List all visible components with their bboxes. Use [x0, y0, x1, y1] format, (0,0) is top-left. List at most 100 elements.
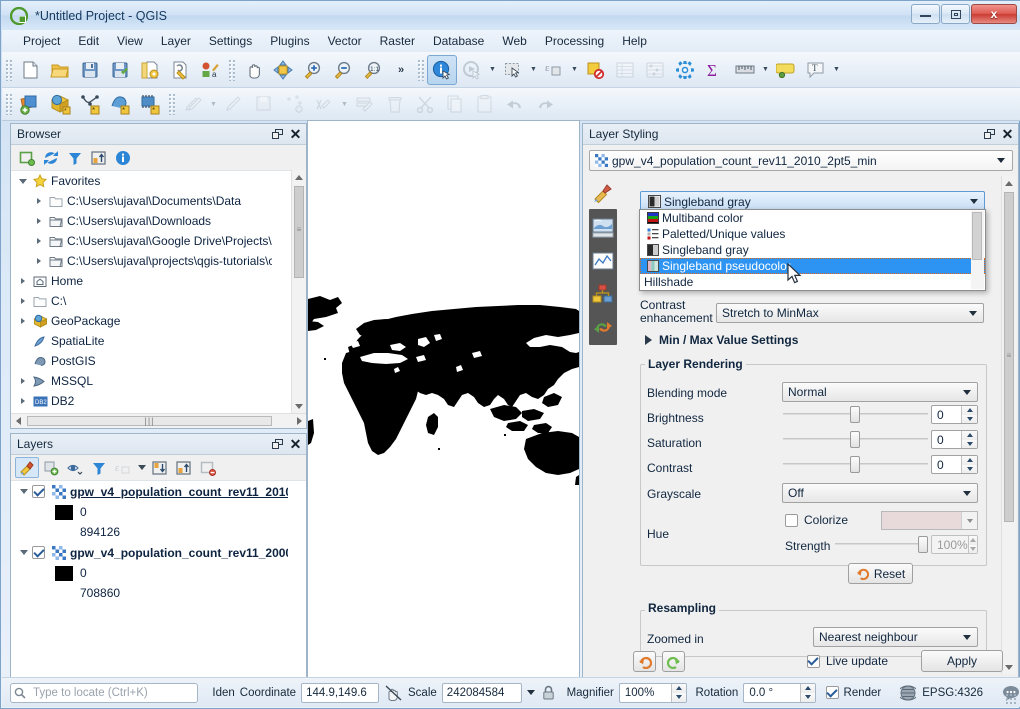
- slider-handle[interactable]: [850, 431, 860, 448]
- spin-down[interactable]: [801, 693, 815, 702]
- slider-handle[interactable]: [850, 456, 860, 473]
- tab-histogram[interactable]: [589, 244, 617, 277]
- select-by-expression-button[interactable]: ε: [539, 55, 569, 85]
- field-calculator-button[interactable]: [640, 55, 670, 85]
- filter-expression-dropdown-arrow[interactable]: [135, 457, 148, 478]
- styling-undo-button[interactable]: [633, 651, 656, 672]
- filter-legend-by-expression-button[interactable]: ε: [111, 457, 135, 478]
- current-edits-dropdown-arrow[interactable]: ▼: [208, 90, 219, 118]
- spin-up[interactable]: [962, 406, 977, 415]
- browser-item-geopackage[interactable]: GeoPackage: [11, 311, 292, 331]
- expander-icon[interactable]: [15, 278, 31, 284]
- zoomed-in-combobox[interactable]: Nearest neighbour: [813, 627, 978, 647]
- slider-handle[interactable]: [918, 536, 928, 553]
- new-project-button[interactable]: [15, 55, 45, 85]
- select-expression-dropdown-arrow[interactable]: ▼: [569, 56, 580, 84]
- locator-search-input[interactable]: Type to locate (Ctrl+K): [10, 683, 198, 703]
- lock-scale-icon[interactable]: [542, 685, 555, 700]
- scroll-up-arrow[interactable]: [1002, 176, 1016, 190]
- chevron-down-icon[interactable]: [963, 491, 971, 496]
- zoom-out-button[interactable]: [328, 55, 358, 85]
- dropdown-item-hillshade[interactable]: Hillshade: [640, 274, 985, 290]
- browser-item-home[interactable]: Home: [11, 271, 292, 291]
- layers-close-button[interactable]: ✕: [288, 437, 303, 452]
- spin-up[interactable]: [969, 536, 977, 545]
- contrast-enhancement-combobox[interactable]: Stretch to MinMax: [716, 303, 984, 323]
- dropdown-item-paletted-unique-values[interactable]: Paletted/Unique values: [640, 226, 985, 242]
- scroll-right-arrow[interactable]: [292, 414, 306, 428]
- browser-item-spatialite[interactable]: SpatiaLite: [11, 331, 292, 351]
- chevron-down-icon[interactable]: [969, 311, 977, 316]
- remove-layer-button[interactable]: [196, 457, 220, 478]
- browser-item-documents-data[interactable]: C:\Users\ujaval\Documents\Data: [11, 191, 292, 211]
- scale-value[interactable]: 242084584: [442, 683, 522, 703]
- dropdown-item-singleband-gray[interactable]: Singleband gray: [640, 242, 985, 258]
- layer-selector-combobox[interactable]: gpw_v4_population_count_rev11_2010_2pt5_…: [589, 150, 1013, 171]
- measure-dropdown-arrow[interactable]: ▼: [760, 56, 771, 84]
- delete-selected-button[interactable]: [380, 89, 410, 119]
- reset-button[interactable]: Reset: [848, 563, 913, 584]
- open-layer-styling-button[interactable]: [15, 457, 39, 478]
- render-checkbox[interactable]: [826, 686, 839, 699]
- tab-history[interactable]: [589, 310, 617, 343]
- paste-features-button[interactable]: [470, 89, 500, 119]
- browser-item-postgis[interactable]: PostGIS: [11, 351, 292, 371]
- new-print-layout-button[interactable]: [135, 55, 165, 85]
- spin-buttons[interactable]: [961, 406, 977, 423]
- filter-browser-button[interactable]: [63, 147, 87, 168]
- layer-row-2[interactable]: gpw_v4_population_count_rev11_2000...: [11, 542, 306, 563]
- resize-grip[interactable]: [1005, 693, 1017, 705]
- select-dropdown-arrow[interactable]: ▼: [528, 56, 539, 84]
- menu-processing[interactable]: Processing: [536, 32, 613, 50]
- styling-close-button[interactable]: ✕: [1000, 127, 1015, 142]
- collapse-all-button[interactable]: [172, 457, 196, 478]
- add-geopackage-layer-button[interactable]: *: [45, 89, 75, 119]
- styling-vscrollbar[interactable]: ≡: [1001, 176, 1016, 674]
- live-update-checkbox[interactable]: [807, 655, 820, 668]
- expander-icon[interactable]: [31, 238, 47, 244]
- toolbar-overflow-button[interactable]: »: [388, 55, 414, 85]
- spin-down[interactable]: [969, 545, 977, 554]
- blending-mode-combobox[interactable]: Normal: [782, 382, 978, 402]
- brightness-slider[interactable]: [783, 405, 928, 423]
- saturation-slider[interactable]: [783, 430, 928, 448]
- undo-button[interactable]: [500, 89, 530, 119]
- menu-layer[interactable]: Layer: [152, 32, 200, 50]
- pan-map-button[interactable]: [238, 55, 268, 85]
- filter-legend-button[interactable]: [87, 457, 111, 478]
- scroll-thumb[interactable]: ≡: [294, 186, 304, 278]
- deselect-features-button[interactable]: [580, 55, 610, 85]
- processing-toolbox-button[interactable]: [670, 55, 700, 85]
- add-group-button[interactable]: [39, 457, 63, 478]
- add-spatialite-layer-button[interactable]: *: [75, 89, 105, 119]
- save-project-as-button[interactable]: [105, 55, 135, 85]
- spin-down[interactable]: [962, 465, 977, 474]
- apply-button[interactable]: Apply: [921, 650, 1003, 672]
- measure-line-button[interactable]: [730, 55, 760, 85]
- layers-float-button[interactable]: [270, 437, 285, 452]
- maximize-button[interactable]: [941, 4, 970, 24]
- brightness-spinbox[interactable]: 0: [931, 405, 978, 424]
- menu-web[interactable]: Web: [493, 32, 535, 50]
- spin-buttons[interactable]: [961, 431, 977, 448]
- toolbar-grip[interactable]: [5, 59, 12, 81]
- tab-transparency[interactable]: [589, 211, 617, 244]
- menu-view[interactable]: View: [108, 32, 152, 50]
- saturation-spinbox[interactable]: 0: [931, 430, 978, 449]
- redo-button[interactable]: [530, 89, 560, 119]
- crs-label[interactable]: EPSG:4326: [922, 687, 983, 699]
- grayscale-combobox[interactable]: Off: [782, 483, 978, 503]
- strength-spinbox[interactable]: 100%: [931, 535, 978, 554]
- vertex-tool-button[interactable]: [279, 89, 309, 119]
- colorize-color-button[interactable]: [881, 511, 978, 530]
- select-features-button[interactable]: [498, 55, 528, 85]
- renderer-type-dropdown-list[interactable]: Multiband color Paletted/Unique values S…: [639, 209, 986, 291]
- contrast-slider[interactable]: [783, 455, 928, 473]
- map-tips-button[interactable]: [771, 55, 801, 85]
- menu-vector[interactable]: Vector: [319, 32, 371, 50]
- modify-attributes-button[interactable]: [309, 89, 339, 119]
- magnifier-spinbox[interactable]: 100%: [619, 683, 687, 703]
- layer-name[interactable]: gpw_v4_population_count_rev11_2000...: [68, 546, 288, 560]
- save-project-button[interactable]: [75, 55, 105, 85]
- collapse-all-button[interactable]: [87, 147, 111, 168]
